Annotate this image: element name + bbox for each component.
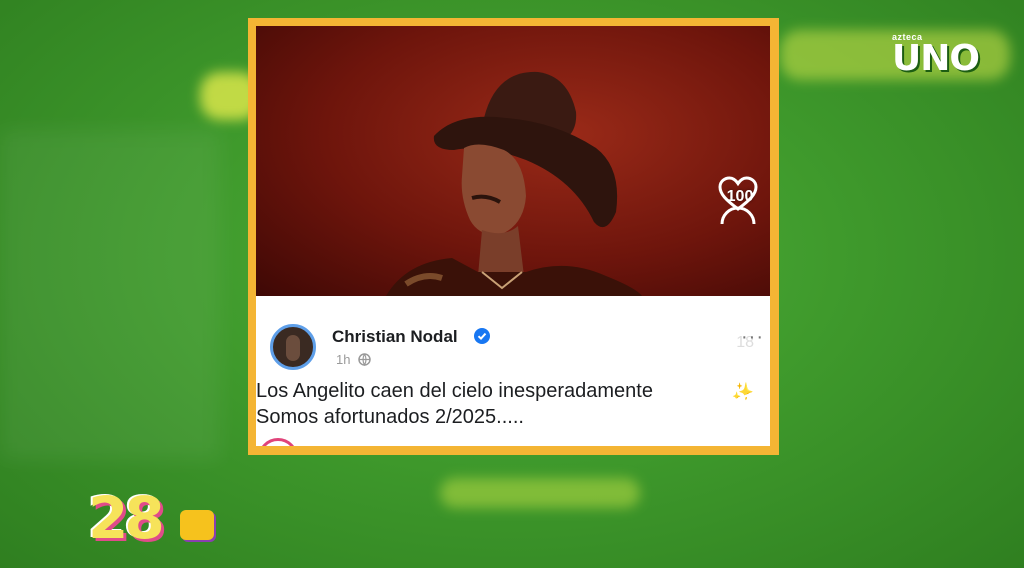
facebook-post: 100 Christian Nodal 1h 18 ··· Los Angeli…: [256, 26, 770, 446]
grid-icon: [180, 510, 214, 540]
caption-line-1: Los Angelito caen del cielo inesperadame…: [256, 380, 653, 402]
caption-line-2: Somos afortunados 2/2025.....: [256, 406, 524, 428]
verified-badge-icon: [474, 328, 490, 344]
cowboy-portrait: [386, 71, 642, 296]
logo-big-text: UNO: [892, 38, 980, 79]
comment-icon[interactable]: [718, 200, 758, 224]
post-side-actions: 100: [718, 176, 762, 224]
post-frame: 100 Christian Nodal 1h 18 ··· Los Angeli…: [248, 18, 779, 455]
share-icon[interactable]: [724, 390, 758, 420]
show-number: 28: [88, 484, 165, 552]
post-meta: 1h: [336, 352, 371, 369]
post-photo: 100: [256, 26, 770, 296]
author-avatar[interactable]: [270, 324, 316, 370]
post-time: 1h: [336, 352, 351, 367]
post-caption: Los Angelito caen del cielo inesperadame…: [256, 378, 770, 430]
more-options-icon[interactable]: ···: [741, 326, 764, 349]
background-ghost: [0, 130, 220, 460]
azteca-uno-logo: azteca UNO: [892, 30, 980, 79]
background-accent: [440, 478, 640, 508]
show-logo-badge: 28: [88, 484, 218, 554]
commenter-avatar[interactable]: [258, 438, 298, 446]
post-header: Christian Nodal 1h: [264, 324, 724, 374]
globe-icon: [358, 353, 371, 369]
author-name[interactable]: Christian Nodal: [332, 327, 458, 347]
